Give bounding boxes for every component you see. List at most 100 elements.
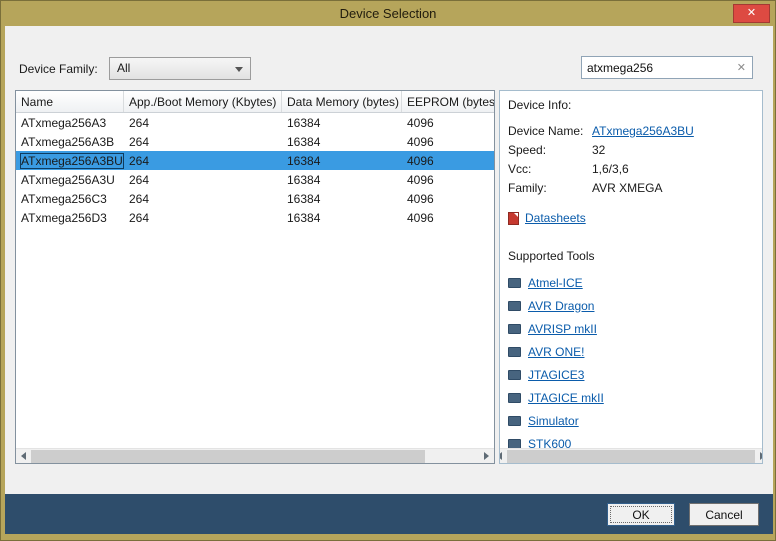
device-family-label: Device Family: [19, 62, 98, 76]
memory-cell: 264 [124, 151, 282, 170]
column-header-data[interactable]: Data Memory (bytes) [282, 91, 402, 112]
scroll-right-icon [760, 452, 763, 460]
clear-search-icon[interactable]: ✕ [737, 61, 746, 74]
column-header-eeprom[interactable]: EEPROM (bytes) [402, 91, 494, 112]
scroll-right-icon [484, 452, 489, 460]
table-row[interactable]: ATxmega256A3B 264 16384 4096 [16, 132, 494, 151]
device-name-cell: ATxmega256A3U [21, 173, 115, 187]
device-name-cell: ATxmega256A3 [21, 116, 106, 130]
data-memory-cell: 16384 [282, 189, 402, 208]
tool-row: JTAGICE3 [508, 363, 754, 386]
column-header-memory[interactable]: App./Boot Memory (Kbytes) [124, 91, 282, 112]
memory-cell: 264 [124, 113, 282, 132]
device-info-panel: Device Info: Device Name:ATxmega256A3BU … [499, 90, 763, 464]
vcc-label: Vcc: [508, 160, 592, 179]
window-title: Device Selection [1, 6, 775, 21]
scroll-right-button[interactable] [479, 449, 494, 464]
jtagice3-icon [508, 370, 521, 380]
tool-row: AVR ONE! [508, 340, 754, 363]
tool-row: Atmel-ICE [508, 271, 754, 294]
family-label: Family: [508, 179, 592, 198]
scrollbar-thumb[interactable] [507, 450, 755, 463]
column-header-name[interactable]: Name [16, 91, 124, 112]
data-memory-cell: 16384 [282, 113, 402, 132]
eeprom-cell: 4096 [402, 170, 494, 189]
tool-row: JTAGICE mkII [508, 386, 754, 409]
family-field: Family:AVR XMEGA [508, 179, 754, 198]
titlebar: Device Selection ✕ [1, 1, 775, 26]
avrisp-mkii-icon [508, 324, 521, 334]
supported-tools-title: Supported Tools [508, 249, 754, 263]
scroll-left-icon [499, 452, 502, 460]
scroll-left-button[interactable] [499, 449, 507, 464]
vcc-field: Vcc:1,6/3,6 [508, 160, 754, 179]
scrollbar-thumb[interactable] [31, 450, 425, 463]
device-name-label: Device Name: [508, 122, 592, 141]
data-memory-cell: 16384 [282, 208, 402, 227]
simulator-icon [508, 416, 521, 426]
avrisp-mkii-link[interactable]: AVRISP mkII [528, 322, 597, 336]
table-row[interactable]: ATxmega256C3 264 16384 4096 [16, 189, 494, 208]
datasheets-link[interactable]: Datasheets [525, 211, 586, 225]
device-selection-dialog: Device Selection ✕ Device Family: All ✕ … [0, 0, 776, 541]
footer-bar: OK Cancel [5, 494, 773, 534]
chevron-down-icon [235, 67, 243, 72]
device-table: Name App./Boot Memory (Kbytes) Data Memo… [15, 90, 495, 464]
memory-cell: 264 [124, 208, 282, 227]
device-family-dropdown[interactable]: All [109, 57, 251, 80]
tool-row: AVR Dragon [508, 294, 754, 317]
scrollbar-track[interactable] [507, 449, 755, 464]
stk600-icon [508, 439, 521, 449]
close-icon: ✕ [747, 8, 756, 19]
device-name-cell: ATxmega256A3BU [21, 154, 123, 168]
data-memory-cell: 16384 [282, 151, 402, 170]
close-button[interactable]: ✕ [733, 4, 770, 23]
table-row-selected[interactable]: ATxmega256A3BU 264 16384 4096 [16, 151, 494, 170]
avr-one-link[interactable]: AVR ONE! [528, 345, 584, 359]
jtagice-mkii-icon [508, 393, 521, 403]
device-info-title: Device Info: [508, 98, 754, 112]
jtagice3-link[interactable]: JTAGICE3 [528, 368, 584, 382]
jtagice-mkii-link[interactable]: JTAGICE mkII [528, 391, 604, 405]
device-name-field: Device Name:ATxmega256A3BU [508, 122, 754, 141]
vcc-value: 1,6/3,6 [592, 162, 629, 176]
device-name-cell: ATxmega256C3 [21, 192, 107, 206]
search-box: ✕ [581, 56, 753, 79]
memory-cell: 264 [124, 132, 282, 151]
eeprom-cell: 4096 [402, 208, 494, 227]
memory-cell: 264 [124, 170, 282, 189]
eeprom-cell: 4096 [402, 132, 494, 151]
speed-value: 32 [592, 143, 605, 157]
device-name-cell: ATxmega256D3 [21, 211, 107, 225]
atmel-ice-link[interactable]: Atmel-ICE [528, 276, 583, 290]
datasheets-row: Datasheets [508, 211, 754, 225]
table-row[interactable]: ATxmega256A3 264 16384 4096 [16, 113, 494, 132]
ok-button[interactable]: OK [607, 503, 675, 526]
scroll-left-button[interactable] [16, 449, 31, 464]
device-name-link[interactable]: ATxmega256A3BU [592, 124, 694, 138]
family-value: AVR XMEGA [592, 181, 662, 195]
table-row[interactable]: ATxmega256A3U 264 16384 4096 [16, 170, 494, 189]
device-name-cell: ATxmega256A3B [21, 135, 114, 149]
scroll-right-button[interactable] [755, 449, 763, 464]
speed-field: Speed:32 [508, 141, 754, 160]
cancel-button[interactable]: Cancel [689, 503, 759, 526]
dialog-body: Device Family: All ✕ Name App./Boot Memo… [5, 26, 773, 496]
search-input[interactable] [587, 59, 727, 76]
data-memory-cell: 16384 [282, 170, 402, 189]
table-horizontal-scrollbar[interactable] [16, 448, 494, 463]
panel-horizontal-scrollbar[interactable] [499, 448, 763, 463]
avr-dragon-icon [508, 301, 521, 311]
eeprom-cell: 4096 [402, 113, 494, 132]
table-row[interactable]: ATxmega256D3 264 16384 4096 [16, 208, 494, 227]
device-family-value: All [117, 61, 130, 75]
atmel-ice-icon [508, 278, 521, 288]
memory-cell: 264 [124, 189, 282, 208]
scrollbar-track[interactable] [31, 449, 479, 464]
tool-row: Simulator [508, 409, 754, 432]
avr-dragon-link[interactable]: AVR Dragon [528, 299, 594, 313]
data-memory-cell: 16384 [282, 132, 402, 151]
pdf-icon [508, 212, 519, 225]
eeprom-cell: 4096 [402, 151, 494, 170]
simulator-link[interactable]: Simulator [528, 414, 579, 428]
